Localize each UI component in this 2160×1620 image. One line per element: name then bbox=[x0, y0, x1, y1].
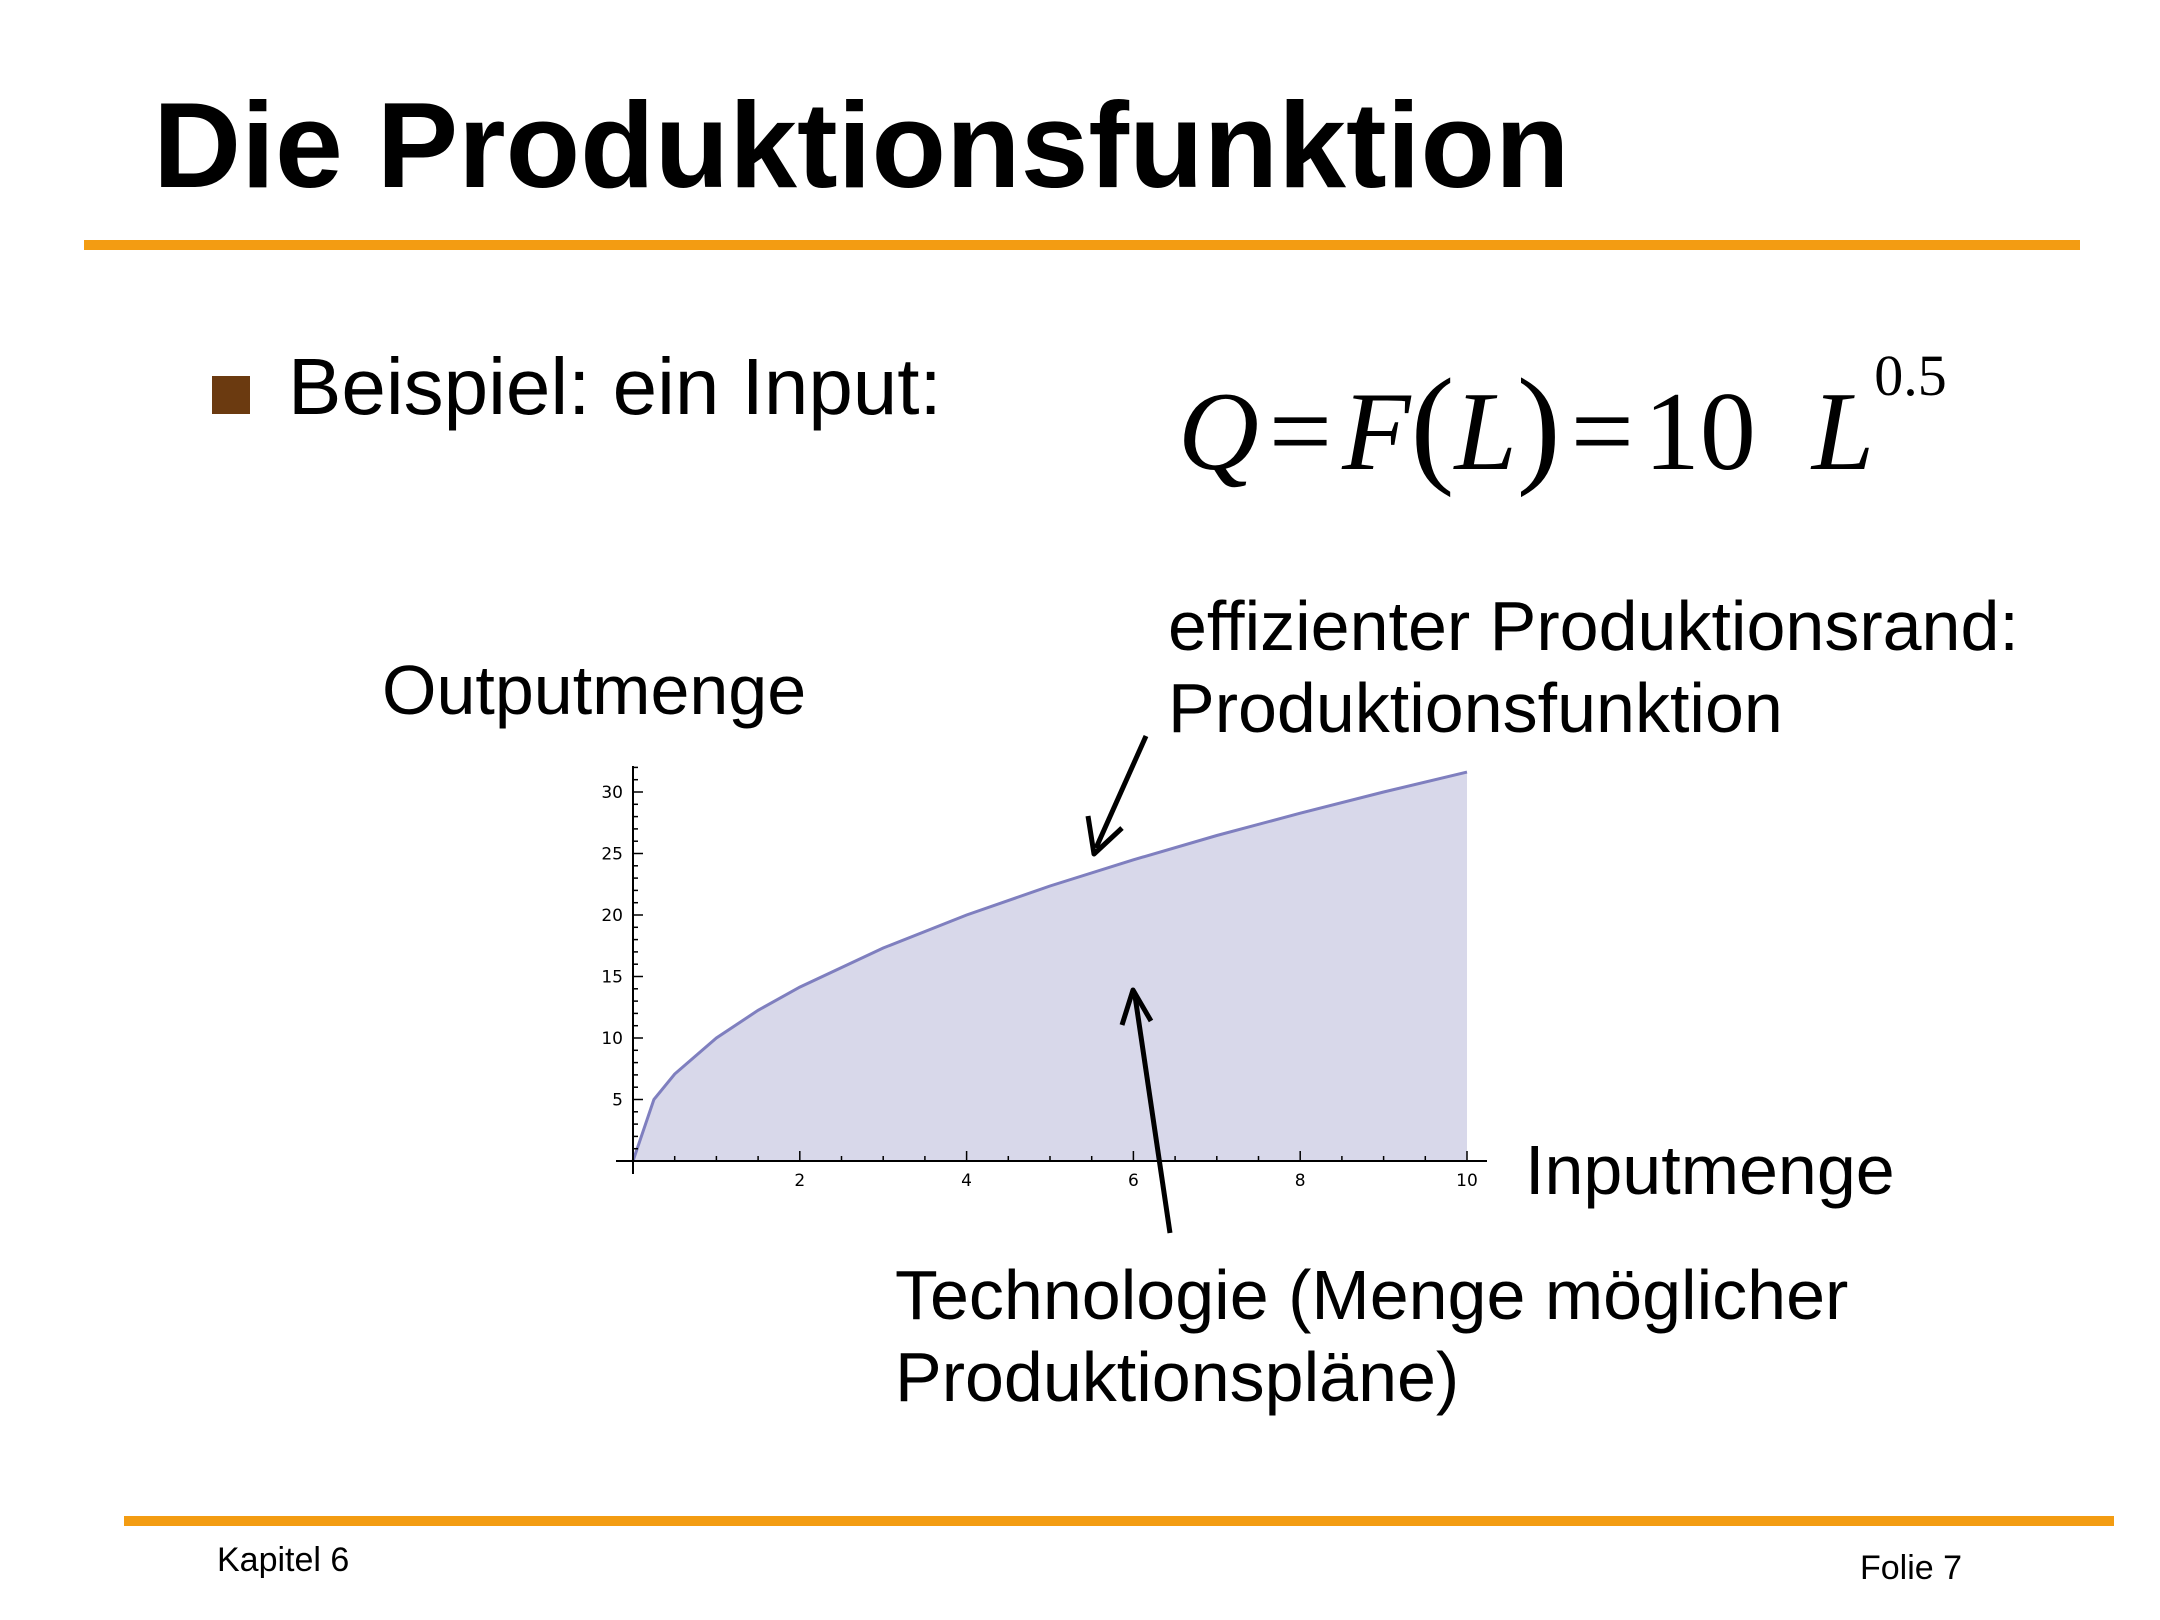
production-chart: 2 4 6 8 10 5 10 15 20 25 30 bbox=[601, 734, 1487, 1234]
data-point bbox=[1216, 835, 1218, 837]
data-point bbox=[799, 986, 801, 988]
y-tick-label: 5 bbox=[612, 1091, 623, 1111]
data-point bbox=[715, 1037, 717, 1039]
data-point bbox=[1132, 859, 1134, 861]
x-tick-label: 2 bbox=[794, 1171, 805, 1191]
footer-rule bbox=[124, 1516, 2114, 1526]
frontier-arrowhead bbox=[1085, 815, 1124, 857]
data-point bbox=[1299, 812, 1301, 814]
data-point bbox=[966, 914, 968, 916]
data-point bbox=[882, 947, 884, 949]
y-tick-label: 10 bbox=[601, 1029, 623, 1049]
x-tick-label: 6 bbox=[1128, 1171, 1139, 1191]
y-tick-label: 25 bbox=[601, 845, 623, 865]
data-point bbox=[653, 1099, 655, 1101]
technology-area bbox=[633, 772, 1467, 1161]
footer-chapter: Kapitel 6 bbox=[217, 1541, 350, 1579]
data-point bbox=[674, 1073, 676, 1075]
y-tick-label: 30 bbox=[601, 783, 623, 803]
x-tick-label: 8 bbox=[1295, 1171, 1306, 1191]
data-point bbox=[1466, 771, 1468, 773]
slide: Die Produktionsfunktion Beispiel: ein In… bbox=[0, 0, 2160, 1620]
data-point bbox=[757, 1009, 759, 1011]
data-point bbox=[1049, 885, 1051, 887]
x-tick-label: 10 bbox=[1456, 1171, 1478, 1191]
x-tick-label: 4 bbox=[961, 1171, 972, 1191]
y-tick-label: 20 bbox=[601, 906, 623, 926]
footer-slide-number: Folie 7 bbox=[1860, 1549, 1963, 1587]
data-point bbox=[1383, 791, 1385, 793]
y-tick-label: 15 bbox=[601, 968, 623, 988]
